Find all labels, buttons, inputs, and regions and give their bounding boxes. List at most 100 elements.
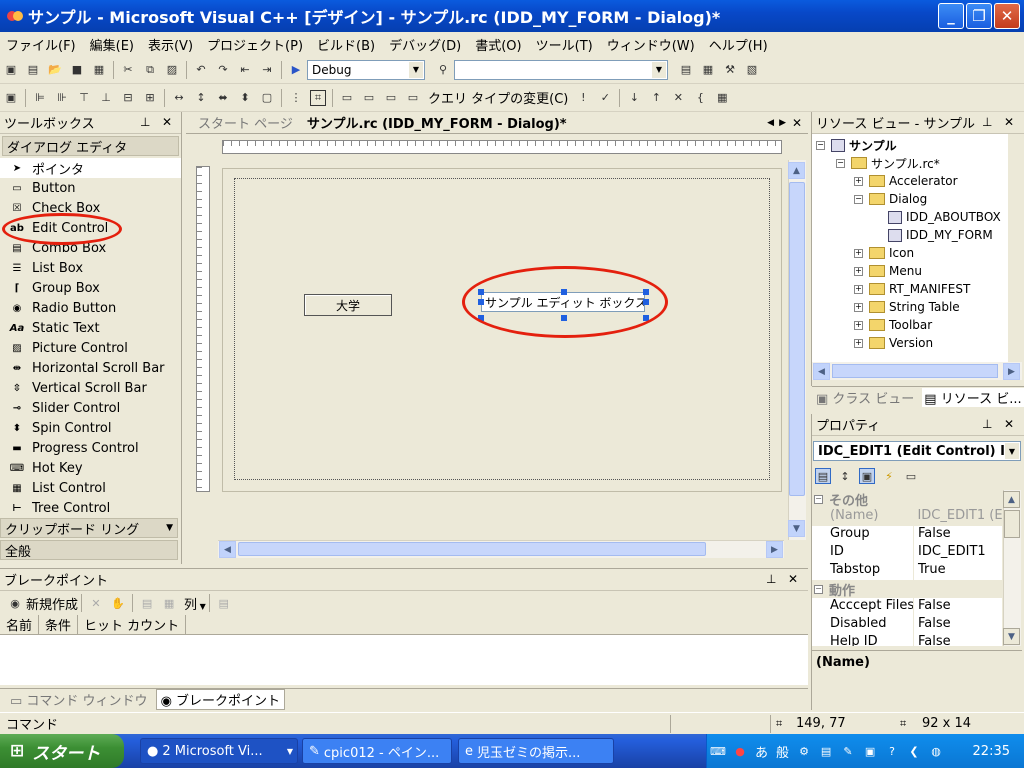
tree-node-root[interactable]: − サンプル [816,136,897,154]
center-horizontal-icon[interactable]: ⊞ [142,90,158,106]
close-icon[interactable]: ✕ [1004,417,1014,431]
help-icon[interactable]: ? [884,743,900,759]
run-query-icon[interactable]: ! [575,90,591,106]
toggle-grid-icon[interactable]: ⋮ [288,90,304,106]
save-all-icon[interactable]: ▦ [91,62,107,78]
test-dialog-icon[interactable]: ▣ [3,90,19,106]
same-height-icon[interactable]: ⬍ [237,90,253,106]
verify-sql-icon[interactable]: ✓ [597,90,613,106]
menu-help[interactable]: ヘルプ(H) [709,35,768,54]
ime-icon[interactable]: ● [732,743,748,759]
expand-icon[interactable]: + [854,284,863,294]
tree-node-idd-my-form[interactable]: IDD_MY_FORM [888,226,993,244]
properties-icon[interactable]: ▣ [862,743,878,759]
find-in-files-icon[interactable]: ⚲ [435,62,451,78]
toolbox-group-general[interactable]: 全般 [0,540,178,560]
maximize-button[interactable]: ❐ [966,3,992,29]
sort-desc-icon[interactable]: ↑ [648,90,664,106]
sort-asc-icon[interactable]: ↓ [626,90,642,106]
toolbox-item-pointer[interactable]: ➤ ポインタ [0,158,181,178]
dictionary-icon[interactable]: ▤ [818,743,834,759]
close-icon[interactable]: ✕ [162,115,172,129]
expand-icon[interactable]: + [854,176,863,186]
tree-node-menu[interactable]: + Menu [854,262,922,280]
scroll-down-icon[interactable]: ▼ [788,520,805,537]
chevron-left-icon[interactable]: ❮ [906,743,922,759]
property-row-help-id[interactable]: Help ID False [812,634,1002,646]
task-paint[interactable]: ✎ cpic012 - ペイン... [302,738,452,764]
remove-filter-icon[interactable]: ✕ [670,90,686,106]
menu-edit[interactable]: 編集(E) [90,35,134,54]
toolbox-item-tree-control[interactable]: ⊢ Tree Control [0,498,181,518]
new-project-icon[interactable]: ▣ [3,62,19,78]
scroll-right-icon[interactable]: ▶ [1003,363,1020,380]
editor-vscroll-thumb[interactable] [789,182,805,496]
property-row-id[interactable]: ID IDC_EDIT1 [812,544,1002,562]
keyboard-icon[interactable]: ⌨ [710,743,726,759]
menu-tools[interactable]: ツール(T) [536,35,593,54]
column-hit-count[interactable]: ヒット カウント [78,615,187,634]
align-left-icon[interactable]: ⊫ [32,90,48,106]
tab-scroll-left-icon[interactable]: ◀ [767,118,774,128]
scroll-up-icon[interactable]: ▲ [788,162,805,179]
pin-icon[interactable]: ⊥ [140,115,150,129]
toolbox-icon[interactable]: ⚒ [722,62,738,78]
property-category-behavior[interactable]: − 動作 [812,580,1002,599]
toolbox-item-list-box[interactable]: ☰ List Box [0,258,181,278]
tree-node-idd-aboutbox[interactable]: IDD_ABOUTBOX [888,208,1001,226]
property-row-disabled[interactable]: Disabled False [812,616,1002,634]
solution-explorer-icon[interactable]: ▤ [678,62,694,78]
add-table-icon[interactable]: ▦ [714,90,730,106]
diagram-icon[interactable]: ▭ [361,90,377,106]
toolbox-group-dialog-editor[interactable]: ダイアログ エディタ [2,136,179,156]
resize-handle[interactable] [643,299,649,305]
toolbox-item-button[interactable]: ▭ Button [0,178,181,198]
pen-icon[interactable]: ✎ [840,743,856,759]
open-icon[interactable]: 📂 [47,62,63,78]
menu-file[interactable]: ファイル(F) [6,35,76,54]
properties-icon[interactable]: ▤ [216,595,232,611]
collapse-icon[interactable]: − [854,194,863,204]
same-width-icon[interactable]: ⬌ [215,90,231,106]
group-by-icon[interactable]: { [692,90,708,106]
resize-handle[interactable] [478,289,484,295]
tool-icon[interactable]: ⚙ [796,743,812,759]
pin-icon[interactable]: ⊥ [982,417,992,431]
tab-dialog[interactable]: サンプル.rc (IDD_MY_FORM - Dialog)* [307,113,567,132]
properties-vscroll-thumb[interactable] [1004,510,1020,538]
properties-icon[interactable]: ▦ [700,62,716,78]
resource-hscroll-thumb[interactable] [832,364,998,378]
toolbox-item-hscroll[interactable]: ⇹ Horizontal Scroll Bar [0,358,181,378]
solution-config-select[interactable]: Debug ▼ [307,59,425,80]
copy-icon[interactable]: ⧉ [142,62,158,78]
results-icon[interactable]: ▭ [405,90,421,106]
new-breakpoint-button[interactable]: 新規作成 [26,594,78,613]
close-icon[interactable]: ✕ [792,116,802,130]
same-size-icon[interactable]: ▢ [259,90,275,106]
resize-handle[interactable] [643,289,649,295]
dialog-button-control[interactable]: 大学 [304,294,392,316]
tree-node-version[interactable]: + Version [854,334,933,352]
tab-class-view[interactable]: ▣ クラス ビュー [816,388,914,407]
close-button[interactable]: ✕ [994,3,1020,29]
resize-handle[interactable] [561,315,567,321]
resize-handle[interactable] [478,299,484,305]
collapse-icon[interactable]: − [836,158,845,168]
minimize-button[interactable]: _ [938,3,964,29]
breakpoints-list[interactable] [0,635,808,685]
menu-project[interactable]: プロジェクト(P) [207,35,303,54]
properties-view-icon[interactable]: ▣ [859,468,875,484]
space-down-icon[interactable]: ↕ [193,90,209,106]
new-breakpoint-icon[interactable]: ◉ [7,595,23,611]
close-icon[interactable]: ✕ [1004,115,1014,129]
toggle-guides-icon[interactable]: ⌗ [310,89,326,106]
columns-button[interactable]: 列 ▼ [184,594,206,613]
toolbox-item-combo-box[interactable]: ▤ Combo Box [0,238,181,258]
tab-scroll-right-icon[interactable]: ▶ [779,118,786,128]
tab-start-page[interactable]: スタート ページ [198,113,293,132]
class-view-icon[interactable]: ▧ [744,62,760,78]
tree-node-toolbar[interactable]: + Toolbar [854,316,932,334]
resize-handle[interactable] [478,315,484,321]
events-icon[interactable]: ⚡ [881,468,897,484]
disable-icon[interactable]: ✋ [110,595,126,611]
